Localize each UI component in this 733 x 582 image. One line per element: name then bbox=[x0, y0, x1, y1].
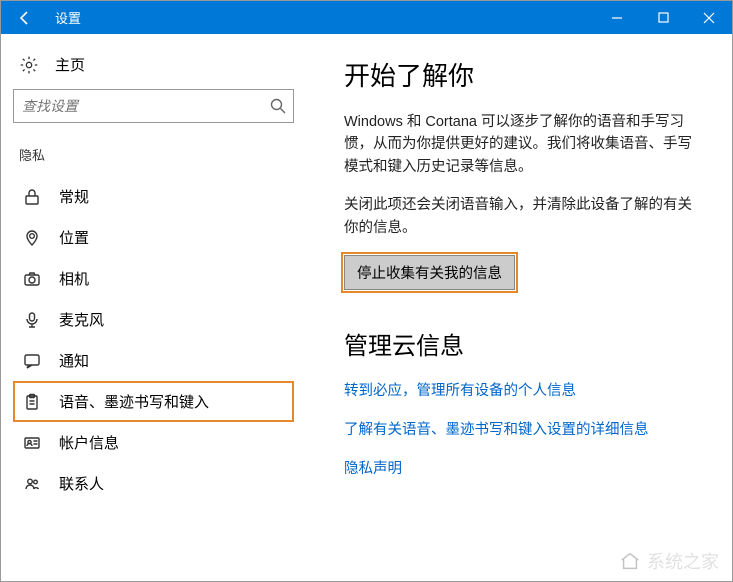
sidebar-item-location[interactable]: 位置 bbox=[13, 217, 294, 258]
gear-icon bbox=[19, 55, 39, 75]
main-panel: 开始了解你 Windows 和 Cortana 可以逐步了解你的语音和手写习惯，… bbox=[306, 34, 732, 581]
sidebar-home-label: 主页 bbox=[55, 54, 85, 75]
sidebar-item-label: 常规 bbox=[59, 186, 89, 207]
sidebar: 主页 隐私 常规 位置 相机 麦克风 通知 语音、墨 bbox=[1, 34, 306, 581]
sidebar-item-label: 联系人 bbox=[59, 473, 104, 494]
app-title: 设置 bbox=[49, 1, 81, 34]
sidebar-item-account-info[interactable]: 帐户信息 bbox=[13, 422, 294, 463]
sidebar-category: 隐私 bbox=[13, 145, 294, 164]
microphone-icon bbox=[23, 311, 41, 329]
location-icon bbox=[23, 229, 41, 247]
cloud-heading: 管理云信息 bbox=[344, 326, 692, 361]
search-box[interactable] bbox=[13, 89, 294, 123]
sidebar-item-label: 麦克风 bbox=[59, 309, 104, 330]
link-learn-more[interactable]: 了解有关语音、墨迹书写和键入设置的详细信息 bbox=[344, 418, 692, 439]
sidebar-item-label: 相机 bbox=[59, 268, 89, 289]
sidebar-item-camera[interactable]: 相机 bbox=[13, 258, 294, 299]
sidebar-item-label: 帐户信息 bbox=[59, 432, 119, 453]
stop-collecting-button[interactable]: 停止收集有关我的信息 bbox=[344, 255, 515, 290]
clipboard-icon bbox=[23, 393, 41, 411]
maximize-icon bbox=[658, 12, 669, 23]
minimize-button[interactable] bbox=[594, 1, 640, 34]
sidebar-item-contacts[interactable]: 联系人 bbox=[13, 463, 294, 504]
lock-icon bbox=[23, 188, 41, 206]
sidebar-item-speech-inking-typing[interactable]: 语音、墨迹书写和键入 bbox=[13, 381, 294, 422]
sidebar-item-microphone[interactable]: 麦克风 bbox=[13, 299, 294, 340]
close-icon bbox=[703, 12, 715, 24]
camera-icon bbox=[23, 270, 41, 288]
notification-icon bbox=[23, 352, 41, 370]
maximize-button[interactable] bbox=[640, 1, 686, 34]
sidebar-item-general[interactable]: 常规 bbox=[13, 176, 294, 217]
link-bing-manage[interactable]: 转到必应，管理所有设备的个人信息 bbox=[344, 379, 692, 400]
sidebar-item-label: 语音、墨迹书写和键入 bbox=[59, 391, 209, 412]
minimize-icon bbox=[611, 12, 623, 24]
description-2: 关闭此项还会关闭语音输入，并清除此设备了解的有关你的信息。 bbox=[344, 194, 692, 239]
description-1: Windows 和 Cortana 可以逐步了解你的语音和手写习惯，从而为你提供… bbox=[344, 111, 692, 178]
page-heading: 开始了解你 bbox=[344, 56, 692, 93]
sidebar-home[interactable]: 主页 bbox=[13, 48, 294, 89]
contacts-icon bbox=[23, 475, 41, 493]
back-button[interactable] bbox=[1, 1, 49, 34]
titlebar: 设置 bbox=[1, 1, 732, 34]
sidebar-item-label: 位置 bbox=[59, 227, 89, 248]
sidebar-item-label: 通知 bbox=[59, 350, 89, 371]
id-card-icon bbox=[23, 434, 41, 452]
arrow-left-icon bbox=[16, 9, 34, 27]
link-privacy-statement[interactable]: 隐私声明 bbox=[344, 457, 692, 478]
search-icon bbox=[269, 97, 287, 115]
close-button[interactable] bbox=[686, 1, 732, 34]
search-input[interactable] bbox=[22, 98, 269, 114]
sidebar-item-notifications[interactable]: 通知 bbox=[13, 340, 294, 381]
